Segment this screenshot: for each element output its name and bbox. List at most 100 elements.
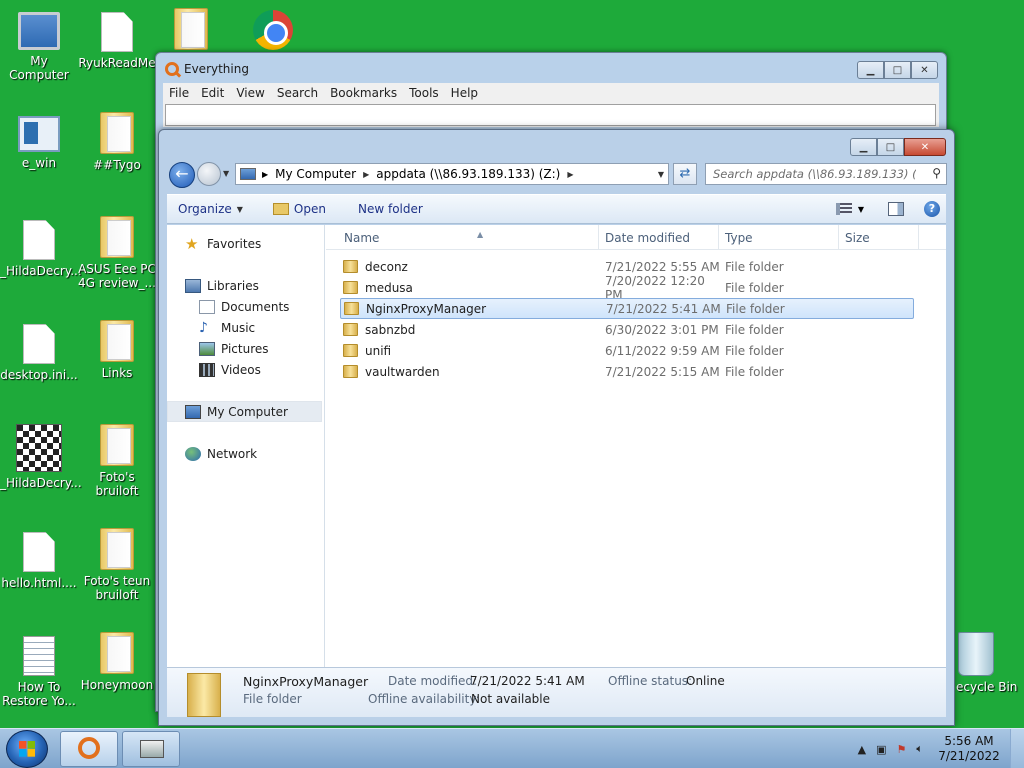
refresh-button[interactable]: ⇄ <box>673 163 697 185</box>
desktop-icon-e-win[interactable]: e_win <box>0 116 78 170</box>
breadcrumb-chevron-icon[interactable]: ▶ <box>363 170 369 179</box>
desktop-icon-hello-html[interactable]: hello.html.... <box>0 532 78 590</box>
nav-item-pictures[interactable]: Pictures <box>199 338 269 359</box>
view-controls: ▼ ? <box>830 201 946 217</box>
menu-file[interactable]: File <box>163 83 195 103</box>
system-tray: ▲ ▣ ⚑ 🔈︎ 5:56 AM 7/21/2022 <box>853 729 1024 768</box>
everything-search-area <box>163 103 939 127</box>
network-icon <box>185 446 201 461</box>
desktop-icon-fotos-teun-bruiloft[interactable]: Foto's teun bruiloft <box>78 528 156 602</box>
menu-search[interactable]: Search <box>271 83 324 103</box>
desktop-icon-tygo[interactable]: ##Tygo <box>78 112 156 172</box>
desktop-icon-hildadecry-1[interactable]: _HildaDecry... <box>0 220 82 278</box>
taskbar-everything-button[interactable] <box>60 731 118 767</box>
menu-view[interactable]: View <box>230 83 270 103</box>
menu-tools[interactable]: Tools <box>403 83 445 103</box>
chrome-icon <box>253 10 293 50</box>
nav-item-libraries[interactable]: Libraries <box>185 275 259 296</box>
close-button[interactable]: ✕ <box>904 138 946 156</box>
folder-icon <box>100 320 134 362</box>
nav-item-favorites[interactable]: ★ Favorites <box>185 233 261 254</box>
close-button[interactable]: ✕ <box>911 61 938 79</box>
maximize-button[interactable]: □ <box>884 61 911 79</box>
column-header-size[interactable]: Size <box>839 225 919 250</box>
back-button[interactable]: ← <box>169 162 195 188</box>
preview-pane-icon[interactable] <box>888 202 904 216</box>
desktop-icon-chrome[interactable] <box>234 10 312 54</box>
file-date: 6/30/2022 3:01 PM <box>605 322 719 337</box>
documents-icon <box>199 299 215 314</box>
desktop-icon-hildadecry-2[interactable]: _HildaDecry... <box>0 424 82 490</box>
explorer-window[interactable]: ▁ □ ✕ ← ▼ ▶ My Computer ▶ appdata (\\86.… <box>158 129 955 726</box>
desktop-icon-folder-top[interactable] <box>152 8 230 54</box>
show-hidden-icons-icon[interactable]: ▲ <box>858 743 866 756</box>
file-type: File folder <box>725 343 784 358</box>
breadcrumb-appdata[interactable]: appdata (\\86.93.189.133) (Z:) <box>376 167 560 181</box>
desktop-icon-desktop-ini[interactable]: desktop.ini... <box>0 324 78 382</box>
desktop-icon-asus-review[interactable]: ASUS Eee PC 4G review_... <box>78 216 156 290</box>
taskbar-explorer-button[interactable] <box>122 731 180 767</box>
nav-item-music[interactable]: ♪ Music <box>199 317 255 338</box>
organize-button[interactable]: Organize ▼ <box>169 202 252 216</box>
file-type: File folder <box>725 259 784 274</box>
start-button[interactable] <box>6 730 48 768</box>
music-note-icon: ♪ <box>199 319 208 336</box>
desktop-icon-links[interactable]: Links <box>78 320 156 380</box>
nav-item-videos[interactable]: Videos <box>199 359 261 380</box>
views-icon[interactable] <box>835 203 852 215</box>
file-row[interactable]: sabnzbd 6/30/2022 3:01 PM File folder <box>340 319 914 340</box>
file-row-selected[interactable]: NginxProxyManager 7/21/2022 5:41 AM File… <box>340 298 914 319</box>
everything-title-bar[interactable]: Everything <box>156 53 946 85</box>
new-folder-button[interactable]: New folder <box>349 202 432 216</box>
views-chevron-down-icon[interactable]: ▼ <box>858 205 864 214</box>
desktop-icon-ryukreadme[interactable]: RyukReadMe <box>78 12 156 70</box>
breadcrumb-chevron-icon[interactable]: ▶ <box>262 170 268 179</box>
column-header-name[interactable]: Name ▲ <box>338 225 599 250</box>
desktop-icon-fotos-bruiloft[interactable]: Foto's bruiloft <box>78 424 156 498</box>
everything-search-input[interactable] <box>165 104 936 126</box>
nav-item-network[interactable]: Network <box>185 443 257 464</box>
search-input[interactable] <box>706 164 916 184</box>
menu-help[interactable]: Help <box>445 83 484 103</box>
help-icon[interactable]: ? <box>924 201 940 217</box>
forward-button[interactable] <box>197 162 221 186</box>
recent-pages-dropdown[interactable]: ▼ <box>223 169 229 178</box>
desktop-icon-label: _HildaDecry... <box>0 264 82 278</box>
column-header-label: Size <box>845 231 870 245</box>
maximize-button[interactable]: □ <box>877 138 904 156</box>
nav-item-my-computer[interactable]: My Computer <box>167 401 322 422</box>
network-drive-icon <box>140 740 164 758</box>
column-header-date[interactable]: Date modified <box>599 225 719 250</box>
menu-bar: File Edit View Search Bookmarks Tools He… <box>163 83 939 103</box>
desktop-icon-label: hello.html.... <box>1 576 77 590</box>
file-row[interactable]: unifi 6/11/2022 9:59 AM File folder <box>340 340 914 361</box>
network-status-icon[interactable]: ▣ <box>876 743 886 756</box>
breadcrumb-my-computer[interactable]: My Computer <box>275 167 356 181</box>
menu-edit[interactable]: Edit <box>195 83 230 103</box>
breadcrumb-chevron-icon[interactable]: ▶ <box>567 170 573 179</box>
desktop-icon-honeymoon[interactable]: Honeymoon <box>78 632 156 692</box>
nav-label: Libraries <box>207 278 259 293</box>
desktop-icon-how-to-restore[interactable]: How To Restore Yo... <box>0 636 78 708</box>
clock[interactable]: 5:56 AM 7/21/2022 <box>934 734 1004 764</box>
minimize-button[interactable]: ▁ <box>850 138 877 156</box>
minimize-button[interactable]: ▁ <box>857 61 884 79</box>
show-desktop-button[interactable] <box>1010 729 1024 768</box>
folder-open-icon <box>272 203 289 215</box>
file-row[interactable]: medusa 7/20/2022 12:20 PM File folder <box>340 274 914 302</box>
search-icon[interactable]: ⚲ <box>932 166 941 180</box>
search-box[interactable]: ⚲ <box>705 163 947 185</box>
desktop-icon-my-computer[interactable]: My Computer <box>0 12 78 82</box>
file-type: File folder <box>725 364 784 379</box>
action-center-icon[interactable]: ⚑ <box>897 743 907 756</box>
nav-item-documents[interactable]: Documents <box>199 296 289 317</box>
menu-bookmarks[interactable]: Bookmarks <box>324 83 403 103</box>
address-bar[interactable]: ▶ My Computer ▶ appdata (\\86.93.189.133… <box>235 163 669 185</box>
open-button[interactable]: Open <box>264 202 335 216</box>
column-header-type[interactable]: Type <box>719 225 839 250</box>
nav-label: Network <box>207 446 258 461</box>
volume-icon[interactable]: 🔈︎ <box>916 742 923 756</box>
address-dropdown-icon[interactable]: ▼ <box>658 170 664 179</box>
file-row[interactable]: vaultwarden 7/21/2022 5:15 AM File folde… <box>340 361 914 382</box>
folder-icon <box>100 528 134 570</box>
